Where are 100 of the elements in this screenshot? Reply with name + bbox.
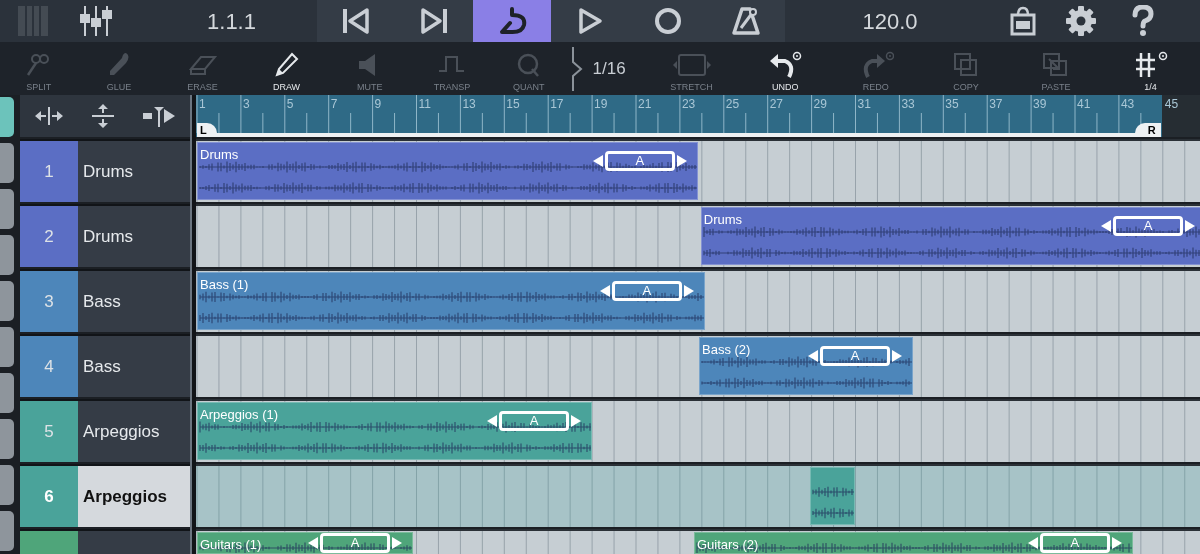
draw-tool-button[interactable]: DRAW: [244, 42, 329, 95]
track-number[interactable]: 5: [20, 401, 78, 462]
grid-tool-button[interactable]: 1/4: [1101, 42, 1200, 95]
bar-number: 37: [989, 97, 1003, 111]
loop-start-marker[interactable]: L: [197, 123, 217, 137]
track-name[interactable]: Drums: [78, 206, 190, 267]
track-lane[interactable]: Bass (1) A: [196, 269, 1200, 332]
bar-number: 35: [945, 97, 959, 111]
audio-clip[interactable]: Guitars (1) A: [197, 532, 413, 554]
bar-number: 15: [506, 97, 520, 111]
bar-number: 19: [594, 97, 608, 111]
quant-tool-button[interactable]: QUANT: [493, 42, 565, 95]
track-number[interactable]: 4: [20, 336, 78, 397]
bar-number: 41: [1077, 97, 1091, 111]
clip-name: Drums: [703, 212, 743, 227]
redo-tool-button[interactable]: REDO: [830, 42, 921, 95]
track-name[interactable]: Arpeggios: [78, 466, 190, 527]
undo-tool-button[interactable]: UNDO: [740, 42, 831, 95]
brace-icon: [570, 45, 583, 92]
help-icon[interactable]: [1130, 5, 1156, 37]
skip-back-icon: [341, 6, 371, 36]
bar-number: 13: [462, 97, 476, 111]
side-button[interactable]: [0, 97, 14, 137]
bar-number: 23: [681, 97, 696, 111]
bar-number: 7: [330, 97, 338, 111]
settings-icon[interactable]: [1065, 5, 1097, 37]
bar-number: 9: [374, 97, 382, 111]
side-button[interactable]: [0, 189, 14, 229]
side-button[interactable]: [0, 143, 14, 183]
expand-width-icon[interactable]: [33, 106, 64, 126]
side-button[interactable]: [0, 235, 14, 275]
bar-number: 27: [769, 97, 784, 111]
play-icon: [576, 6, 604, 36]
track-lane[interactable]: [196, 464, 1200, 527]
audio-clip[interactable]: [810, 467, 856, 525]
copy-tool-button[interactable]: COPY: [921, 42, 1011, 95]
track-number[interactable]: 1: [20, 141, 78, 202]
track-number[interactable]: 6: [20, 466, 78, 527]
track-name[interactable]: Bass: [78, 271, 190, 332]
side-button[interactable]: [0, 327, 14, 367]
ruler[interactable]: 1 3 5 7 9 11 13 15 17 19 21 23 25 27 29 31 33 35 37 39 41 43 45 L R: [196, 95, 1200, 137]
track-lane[interactable]: Drums A: [196, 204, 1200, 267]
audio-clip[interactable]: Guitars (2) A: [693, 532, 1133, 554]
position-readout: 1.1.1: [206, 7, 257, 36]
stretch-tool-button[interactable]: STRETCH: [643, 42, 740, 95]
bar-number: 39: [1033, 97, 1047, 111]
bar-number: 31: [857, 97, 871, 111]
bar-number: 43: [1120, 97, 1135, 111]
bar-number: 1: [199, 97, 206, 111]
track-name[interactable]: Drums: [78, 141, 190, 202]
tempo-readout: 120.0: [861, 7, 919, 36]
side-button[interactable]: [0, 373, 14, 413]
shopping-bag-icon[interactable]: [1008, 6, 1037, 36]
bar-number: 21: [638, 97, 652, 111]
skip-forward-icon: [419, 6, 449, 36]
clip-name: Bass (2): [702, 342, 751, 357]
glue-tool-button[interactable]: GLUE: [77, 42, 161, 95]
side-button[interactable]: [0, 419, 14, 459]
record-icon: [653, 6, 683, 36]
clip-name: Drums: [200, 147, 239, 162]
loop-button[interactable]: [473, 0, 551, 42]
audio-clip[interactable]: Drums A: [197, 142, 698, 200]
track-lane[interactable]: Drums A: [196, 139, 1200, 202]
transp-tool-button[interactable]: TRANSP: [411, 42, 493, 95]
bar-number: 25: [725, 97, 740, 111]
erase-tool-button[interactable]: ERASE: [160, 42, 245, 95]
bar-number: 17: [550, 97, 564, 111]
track-number[interactable]: 2: [20, 206, 78, 267]
side-button[interactable]: [0, 465, 14, 505]
bar-number: 45: [1164, 97, 1179, 111]
split-tool-button[interactable]: SPLIT: [0, 42, 78, 95]
loop-end-marker[interactable]: R: [1134, 123, 1161, 137]
flag-arrow-icon[interactable]: [142, 105, 177, 127]
clip-name: Bass (1): [200, 277, 249, 292]
mixer-faders-icon[interactable]: [78, 5, 114, 37]
track-lane[interactable]: Bass (2) A: [196, 334, 1200, 397]
bar-number: 5: [286, 97, 294, 111]
metronome-icon: [731, 6, 761, 36]
track-lane[interactable]: Arpeggios (1) A: [196, 399, 1200, 462]
clip-name: Guitars (1): [200, 537, 262, 552]
bar-number: 33: [901, 97, 915, 111]
clip-name: Arpeggios (1): [200, 407, 279, 422]
track-number[interactable]: 3: [20, 271, 78, 332]
clip-name: Guitars (2): [696, 537, 759, 552]
audio-clip[interactable]: Bass (1) A: [197, 272, 705, 330]
paste-tool-button[interactable]: PASTE: [1011, 42, 1101, 95]
track-name[interactable]: Bass: [78, 336, 190, 397]
side-button[interactable]: [0, 281, 14, 321]
expand-height-icon[interactable]: [91, 103, 115, 129]
audio-clip[interactable]: Arpeggios (1) A: [197, 402, 593, 460]
track-lane[interactable]: Guitars (1) A Guitars (2) A: [196, 529, 1200, 554]
bar-number: 3: [242, 97, 250, 111]
audio-clip[interactable]: Drums A: [700, 207, 1200, 265]
mute-tool-button[interactable]: MUTE: [328, 42, 411, 95]
side-button[interactable]: [0, 511, 14, 551]
bar-number: 29: [813, 97, 827, 111]
audio-clip[interactable]: Bass (2) A: [699, 337, 913, 395]
track-name[interactable]: Arpeggios: [78, 401, 190, 462]
bar-number: 11: [418, 97, 431, 111]
snap-value-button[interactable]: 1/16: [564, 42, 643, 95]
